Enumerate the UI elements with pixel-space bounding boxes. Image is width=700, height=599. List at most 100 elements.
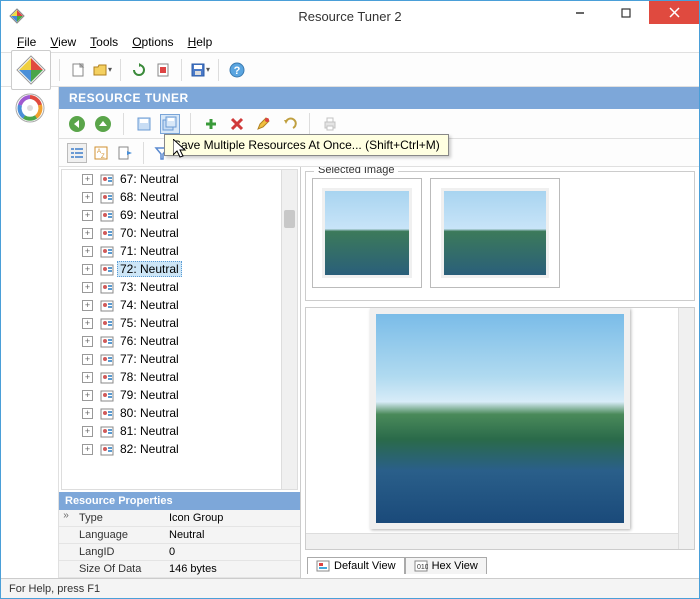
titlebar: Resource Tuner 2 <box>1 1 699 31</box>
tree-item-label: 80: Neutral <box>117 405 182 421</box>
tree-item[interactable]: +77: Neutral <box>62 350 297 368</box>
menu-tools[interactable]: Tools <box>84 33 124 51</box>
expander-icon[interactable]: + <box>82 408 93 419</box>
props-val: 0 <box>163 544 300 560</box>
export-icon[interactable] <box>115 143 135 163</box>
save-resource-icon[interactable] <box>134 114 154 134</box>
content-area: RESOURCE TUNER AZ +67 <box>1 87 699 578</box>
thumb-2[interactable] <box>430 178 560 288</box>
tree-item[interactable]: +78: Neutral <box>62 368 297 386</box>
undo-icon[interactable] <box>279 114 299 134</box>
tree-item[interactable]: +67: Neutral <box>62 170 297 188</box>
save-icon[interactable]: ▾ <box>190 60 210 80</box>
preview-area: 772: 256x256 32b <box>305 307 695 550</box>
close-button[interactable] <box>649 1 699 24</box>
tree-item[interactable]: +73: Neutral <box>62 278 297 296</box>
nav-back-icon[interactable] <box>67 114 87 134</box>
expander-icon[interactable]: + <box>82 354 93 365</box>
delete-icon[interactable] <box>227 114 247 134</box>
expander-icon[interactable]: + <box>82 282 93 293</box>
resource-icon <box>99 243 115 259</box>
menu-help[interactable]: Help <box>182 33 219 51</box>
resource-icon <box>99 405 115 421</box>
tree-item[interactable]: +72: Neutral <box>62 260 297 278</box>
tree-item[interactable]: +80: Neutral <box>62 404 297 422</box>
expander-icon[interactable]: + <box>82 426 93 437</box>
tree-item[interactable]: +68: Neutral <box>62 188 297 206</box>
props-row: »TypeIcon Group <box>59 510 300 527</box>
app-logo-button[interactable] <box>11 50 51 90</box>
refresh-icon[interactable] <box>129 60 149 80</box>
expander-icon[interactable]: + <box>82 264 93 275</box>
expander-icon[interactable]: + <box>82 318 93 329</box>
tree-item[interactable]: +70: Neutral <box>62 224 297 242</box>
expander-icon[interactable]: + <box>82 210 93 221</box>
thumb-1[interactable] <box>312 178 422 288</box>
props-key: Type <box>73 510 163 526</box>
resource-icon <box>99 207 115 223</box>
expander-icon[interactable]: + <box>82 444 93 455</box>
status-text: For Help, press F1 <box>9 583 100 595</box>
tree-scrollbar[interactable] <box>281 170 297 489</box>
tree-item[interactable]: +76: Neutral <box>62 332 297 350</box>
tree-item[interactable]: +82: Neutral <box>62 440 297 458</box>
menu-options[interactable]: Options <box>126 33 179 51</box>
svg-text:010: 010 <box>417 564 428 571</box>
tree-item-label: 76: Neutral <box>117 333 182 349</box>
resource-icon <box>99 369 115 385</box>
props-val: Icon Group <box>163 510 300 526</box>
nav-up-icon[interactable] <box>93 114 113 134</box>
tree-item-label: 67: Neutral <box>117 171 182 187</box>
expander-icon[interactable]: + <box>82 246 93 257</box>
right-pane: Selected Image 772: 256x256 32b Default … <box>301 167 699 578</box>
tree-item[interactable]: +69: Neutral <box>62 206 297 224</box>
list-view-icon[interactable] <box>67 143 87 163</box>
maximize-button[interactable] <box>603 1 649 24</box>
expander-icon[interactable]: + <box>82 336 93 347</box>
tree-item-label: 72: Neutral <box>117 261 182 277</box>
tree-item[interactable]: +74: Neutral <box>62 296 297 314</box>
left-rail <box>1 87 59 578</box>
open-file-icon[interactable]: ▾ <box>92 60 112 80</box>
save-multiple-icon[interactable] <box>160 114 180 134</box>
resource-icon <box>99 279 115 295</box>
resource-icon <box>99 387 115 403</box>
tree-item[interactable]: +75: Neutral <box>62 314 297 332</box>
expander-icon[interactable]: + <box>82 300 93 311</box>
tree-item-label: 77: Neutral <box>117 351 182 367</box>
resource-tree[interactable]: +67: Neutral+68: Neutral+69: Neutral+70:… <box>61 169 298 490</box>
preview-vscroll[interactable] <box>678 308 694 549</box>
svg-text:?: ? <box>234 65 241 77</box>
minimize-button[interactable] <box>557 1 603 24</box>
status-bar: For Help, press F1 <box>1 578 699 598</box>
tree-item[interactable]: +79: Neutral <box>62 386 297 404</box>
tab-default-view[interactable]: Default View <box>307 557 405 574</box>
expander-icon[interactable]: + <box>82 174 93 185</box>
tree-item-label: 70: Neutral <box>117 225 182 241</box>
stop-icon[interactable] <box>153 60 173 80</box>
resource-icon <box>99 261 115 277</box>
expander-icon[interactable]: + <box>82 390 93 401</box>
props-key: Size Of Data <box>73 561 163 577</box>
expander-icon[interactable]: + <box>82 372 93 383</box>
tree-item[interactable]: +71: Neutral <box>62 242 297 260</box>
tree-item-label: 75: Neutral <box>117 315 182 331</box>
tab-hex-view[interactable]: 010 Hex View <box>405 557 487 574</box>
new-file-icon[interactable] <box>68 60 88 80</box>
sort-icon[interactable]: AZ <box>91 143 111 163</box>
menu-view[interactable]: View <box>44 33 82 51</box>
expander-icon[interactable]: + <box>82 228 93 239</box>
expander-icon[interactable]: + <box>82 192 93 203</box>
add-icon[interactable] <box>201 114 221 134</box>
tree-item[interactable]: +81: Neutral <box>62 422 297 440</box>
help-icon[interactable]: ? <box>227 60 247 80</box>
tree-item-label: 73: Neutral <box>117 279 182 295</box>
resource-icon <box>99 171 115 187</box>
menu-file[interactable]: File <box>11 33 42 51</box>
edit-icon[interactable] <box>253 114 273 134</box>
resource-icon <box>99 315 115 331</box>
rail-wheel-icon[interactable] <box>13 91 47 125</box>
tree-item-label: 81: Neutral <box>117 423 182 439</box>
preview-hscroll[interactable] <box>306 533 678 549</box>
print-icon[interactable] <box>320 114 340 134</box>
